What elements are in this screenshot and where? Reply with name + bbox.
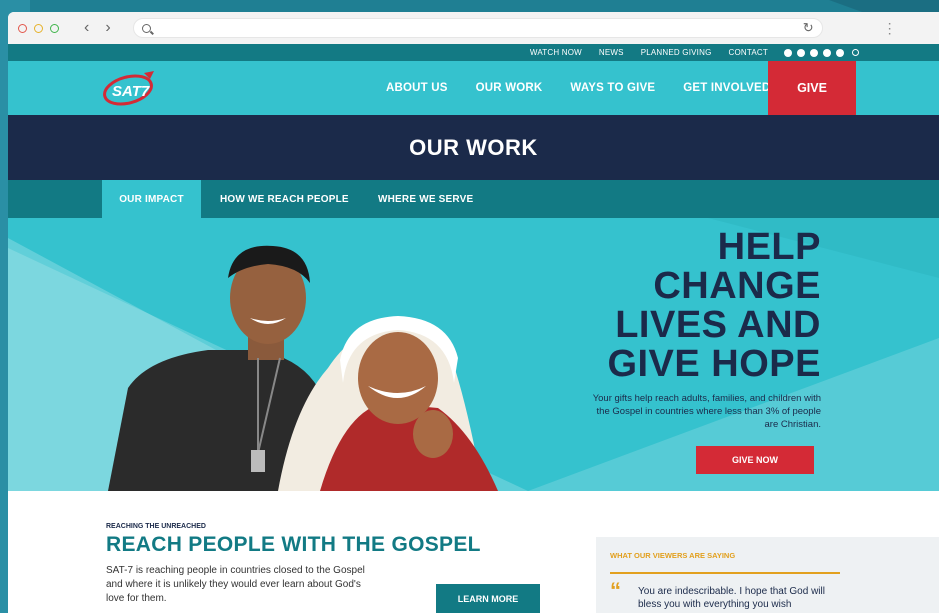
address-bar[interactable]: ↻ bbox=[132, 18, 823, 38]
section-heading: REACH PEOPLE WITH THE GOSPEL bbox=[106, 533, 481, 556]
back-arrow-icon[interactable]: ‹ bbox=[84, 20, 89, 36]
browser-window: ‹ › ↻ ⋮ WATCH NOW NEWS PLANNED GIVING CO… bbox=[8, 12, 939, 613]
social-links bbox=[784, 48, 849, 57]
nav-item-about-us[interactable]: ABOUT US bbox=[386, 82, 448, 94]
section-body: SAT-7 is reaching people in countries cl… bbox=[106, 565, 365, 604]
sub-nav: OUR IMPACT HOW WE REACH PEOPLE WHERE WE … bbox=[8, 180, 939, 218]
utility-nav: WATCH NOW NEWS PLANNED GIVING CONTACT bbox=[8, 44, 939, 61]
hero-banner: HELP CHANGE LIVES AND GIVE HOPE Your gif… bbox=[8, 218, 939, 491]
nav-item-ways-to-give[interactable]: WAYS TO GIVE bbox=[570, 82, 655, 94]
facebook-icon[interactable] bbox=[784, 48, 792, 57]
util-link-watch-now[interactable]: WATCH NOW bbox=[530, 48, 582, 57]
give-now-button[interactable]: GIVE NOW bbox=[696, 446, 814, 474]
testimonial-heading: WHAT OUR VIEWERS ARE SAYING bbox=[610, 551, 736, 560]
pinterest-icon[interactable] bbox=[836, 48, 844, 57]
util-link-news[interactable]: NEWS bbox=[599, 48, 624, 57]
hero-body-text: Your gifts help reach adults, families, … bbox=[592, 393, 821, 430]
main-nav-links: ABOUT US OUR WORK WAYS TO GIVE GET INVOL… bbox=[386, 61, 798, 115]
main-nav: SAT7 ABOUT US OUR WORK WAYS TO GIVE GET … bbox=[8, 61, 939, 115]
page-title: OUR WORK bbox=[8, 115, 939, 180]
hero-headline-line: GIVE HOPE bbox=[607, 343, 821, 385]
quote-mark-icon: “ bbox=[610, 578, 621, 603]
tab-where-we-serve[interactable]: WHERE WE SERVE bbox=[378, 180, 473, 218]
hero-headline-line: HELP bbox=[717, 226, 821, 268]
testimonial-quote: You are indescribable. I hope that God w… bbox=[638, 586, 825, 610]
util-link-contact[interactable]: CONTACT bbox=[729, 48, 768, 57]
reload-icon[interactable]: ↻ bbox=[803, 20, 814, 36]
gospel-section: REACHING THE UNREACHED REACH PEOPLE WITH… bbox=[8, 491, 939, 613]
nav-item-get-involved[interactable]: GET INVOLVED bbox=[683, 82, 770, 94]
sat7-logo[interactable]: SAT7 bbox=[102, 69, 158, 107]
hero-headline: HELP CHANGE LIVES AND GIVE HOPE bbox=[607, 228, 821, 384]
minimize-window-icon[interactable] bbox=[34, 23, 43, 33]
hero-headline-line: LIVES AND bbox=[615, 304, 821, 346]
site-search-icon[interactable] bbox=[852, 49, 859, 56]
forward-arrow-icon[interactable]: › bbox=[105, 20, 110, 36]
hero-photo-people bbox=[108, 245, 498, 491]
browser-toolbar: ‹ › ↻ ⋮ bbox=[8, 12, 939, 44]
util-link-planned-giving[interactable]: PLANNED GIVING bbox=[641, 48, 712, 57]
twitter-icon[interactable] bbox=[797, 48, 805, 57]
testimonial-box: WHAT OUR VIEWERS ARE SAYING “ You are in… bbox=[596, 537, 939, 613]
youtube-icon[interactable] bbox=[810, 48, 818, 57]
testimonial-divider bbox=[610, 572, 840, 574]
tab-how-we-reach-people[interactable]: HOW WE REACH PEOPLE bbox=[220, 180, 349, 218]
maximize-window-icon[interactable] bbox=[50, 23, 59, 33]
close-window-icon[interactable] bbox=[18, 23, 27, 33]
hero-headline-line: CHANGE bbox=[653, 265, 821, 307]
browser-menu-icon[interactable]: ⋮ bbox=[883, 20, 897, 37]
give-button[interactable]: GIVE bbox=[768, 61, 856, 115]
learn-more-button[interactable]: LEARN MORE bbox=[436, 584, 540, 613]
instagram-icon[interactable] bbox=[823, 48, 831, 57]
nav-item-our-work[interactable]: OUR WORK bbox=[476, 82, 543, 94]
logo-text: SAT7 bbox=[112, 83, 150, 100]
tab-our-impact[interactable]: OUR IMPACT bbox=[102, 180, 201, 218]
section-eyebrow: REACHING THE UNREACHED bbox=[106, 523, 206, 530]
search-icon bbox=[141, 23, 151, 33]
